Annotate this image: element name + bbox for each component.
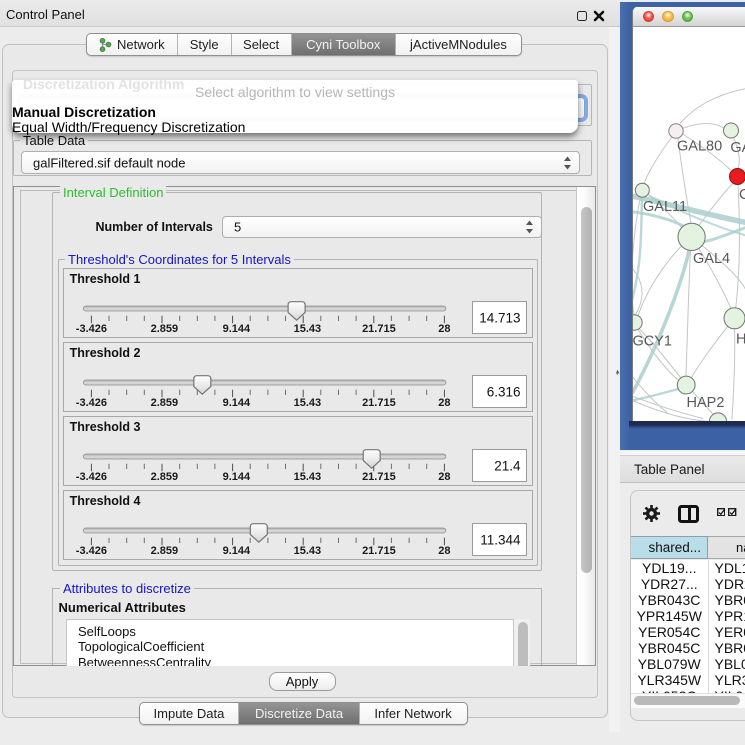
svg-text:15.43: 15.43: [293, 471, 321, 483]
svg-text:-3.426: -3.426: [75, 471, 106, 483]
svg-text:21.715: 21.715: [362, 323, 396, 335]
svg-text:GAL11: GAL11: [643, 199, 687, 215]
svg-text:HAP2: HAP2: [687, 395, 725, 411]
svg-text:28: 28: [438, 471, 450, 483]
svg-text:-3.426: -3.426: [75, 397, 106, 409]
svg-text:GAL4: GAL4: [693, 251, 730, 267]
svg-text:9.144: 9.144: [222, 323, 250, 335]
svg-text:15.43: 15.43: [293, 323, 321, 335]
svg-text:21.715: 21.715: [362, 545, 396, 557]
svg-text:-3.426: -3.426: [75, 323, 106, 335]
svg-text:H: H: [736, 331, 745, 347]
svg-text:28: 28: [438, 397, 450, 409]
svg-text:28: 28: [438, 545, 450, 557]
svg-text:21.715: 21.715: [362, 471, 396, 483]
svg-text:21.715: 21.715: [362, 397, 396, 409]
svg-text:2.859: 2.859: [150, 323, 178, 335]
svg-text:15.43: 15.43: [293, 397, 321, 409]
svg-text:C: C: [739, 187, 745, 203]
svg-text:28: 28: [438, 323, 450, 335]
svg-text:9.144: 9.144: [222, 397, 250, 409]
svg-text:2.859: 2.859: [150, 397, 178, 409]
svg-text:9.144: 9.144: [222, 471, 250, 483]
svg-text:GCY1: GCY1: [633, 333, 672, 349]
svg-text:-3.426: -3.426: [75, 545, 106, 557]
svg-text:2.859: 2.859: [150, 545, 178, 557]
svg-text:9.144: 9.144: [222, 545, 250, 557]
svg-text:GA: GA: [730, 140, 745, 156]
svg-text:GAL80: GAL80: [677, 138, 722, 154]
svg-text:2.859: 2.859: [150, 471, 178, 483]
svg-text:15.43: 15.43: [293, 545, 321, 557]
